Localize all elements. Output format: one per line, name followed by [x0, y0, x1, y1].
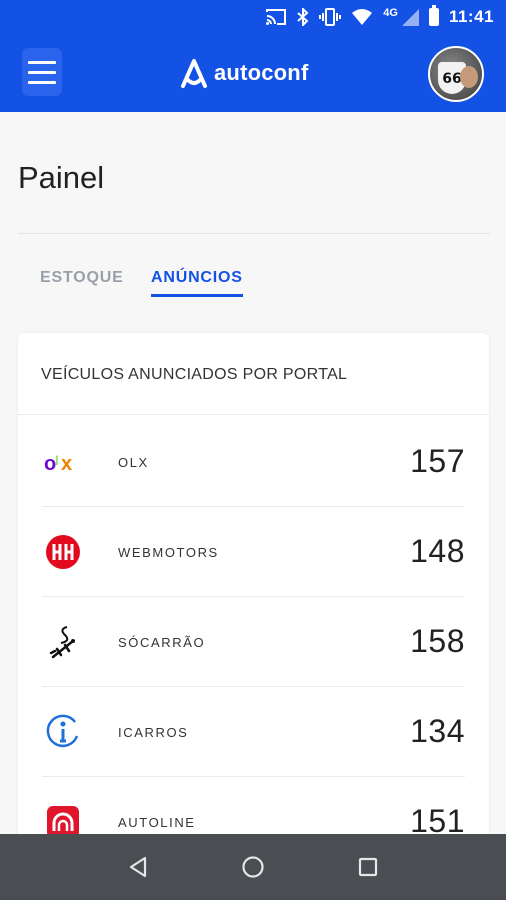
portal-name: WEBMOTORS [118, 545, 219, 560]
socarrao-logo-icon [44, 624, 82, 660]
portal-name: AUTOLINE [118, 815, 196, 830]
app-bar: autoconf 66 [0, 34, 506, 112]
tab-estoque[interactable]: ESTOQUE [40, 269, 124, 287]
page-title: Painel [18, 160, 105, 195]
hamburger-icon-line [28, 70, 56, 74]
portal-name: ICARROS [118, 725, 189, 740]
user-avatar[interactable]: 66 [428, 46, 484, 102]
battery-icon [428, 5, 439, 26]
portal-count: 157 [410, 443, 465, 479]
active-tab-indicator [151, 294, 243, 297]
cast-icon [266, 9, 287, 25]
vibrate-icon [319, 8, 342, 26]
portal-row-webmotors[interactable]: WEBMOTORS 148 [42, 507, 465, 597]
home-circle-icon [242, 856, 264, 878]
card-header: VEÍCULOS ANUNCIADOS POR PORTAL [18, 333, 489, 415]
portal-row-socarrao[interactable]: SÓCARRÃO 158 [42, 597, 465, 687]
hamburger-icon-line [28, 80, 56, 84]
hamburger-icon-line [28, 60, 56, 64]
system-nav-bar [0, 834, 506, 900]
tab-anuncios[interactable]: ANÚNCIOS [151, 269, 243, 287]
webmotors-logo-icon [44, 534, 82, 570]
card-title: VEÍCULOS ANUNCIADOS POR PORTAL [41, 366, 348, 383]
svg-text:x: x [61, 453, 72, 473]
signal-icon [401, 8, 419, 26]
wifi-icon [352, 9, 373, 25]
status-bar: 4G 11:41 [0, 0, 506, 34]
clock: 11:41 [448, 7, 494, 26]
bluetooth-icon [297, 8, 309, 26]
home-button[interactable] [238, 852, 268, 882]
portal-count: 158 [410, 623, 465, 659]
menu-button[interactable] [22, 48, 62, 96]
portal-row-icarros[interactable]: ICARROS 134 [42, 687, 465, 777]
portal-name: SÓCARRÃO [118, 635, 206, 650]
recents-button[interactable] [353, 852, 383, 882]
portal-count: 134 [410, 713, 465, 749]
network-type-label: 4G [383, 7, 398, 19]
logo-text: autoconf [214, 60, 309, 85]
svg-text:l: l [55, 453, 59, 468]
autoconf-logo: autoconf [180, 56, 308, 90]
title-divider [18, 233, 490, 234]
icarros-logo-icon [44, 714, 82, 750]
back-triangle-icon [129, 856, 146, 878]
portal-count: 148 [410, 533, 465, 569]
portal-listings-card: VEÍCULOS ANUNCIADOS POR PORTAL olx OLX 1… [18, 333, 489, 853]
portal-row-olx[interactable]: olx OLX 157 [42, 417, 465, 507]
olx-logo-icon: olx [44, 444, 82, 480]
avatar-face [460, 66, 478, 88]
autoconf-logo-icon [181, 59, 207, 88]
portal-name: OLX [118, 455, 149, 470]
recents-square-icon [359, 857, 378, 877]
back-button[interactable] [123, 852, 153, 882]
